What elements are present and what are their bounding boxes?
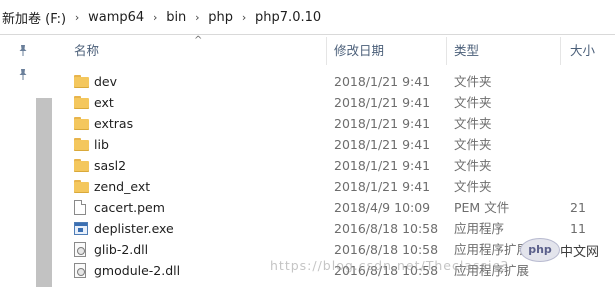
column-divider[interactable] bbox=[560, 37, 561, 65]
column-header: ^ 名称 修改日期 类型 大小 bbox=[52, 35, 615, 67]
breadcrumb-php[interactable]: php bbox=[206, 10, 235, 25]
file-row[interactable]: zend_ext 2018/1/21 9:41 文件夹 bbox=[52, 176, 615, 197]
folder-icon bbox=[74, 96, 89, 109]
file-size bbox=[570, 71, 615, 92]
file-date: 2018/1/21 9:41 bbox=[334, 158, 431, 173]
file-date: 2018/1/21 9:41 bbox=[334, 74, 431, 89]
file-type: 文件夹 bbox=[454, 179, 492, 194]
folder-icon bbox=[74, 180, 89, 193]
file-size: 11 bbox=[570, 221, 586, 236]
file-row[interactable]: sasl2 2018/1/21 9:41 文件夹 bbox=[52, 155, 615, 176]
column-type-header[interactable]: 类型 bbox=[454, 35, 564, 67]
file-name: zend_ext bbox=[94, 179, 151, 194]
watermark-site-text: 中文网 bbox=[560, 245, 600, 260]
column-date-header[interactable]: 修改日期 bbox=[334, 35, 452, 67]
breadcrumb-separator-icon[interactable]: › bbox=[239, 11, 249, 24]
file-name: lib bbox=[94, 137, 109, 152]
file-date: 2018/1/21 9:41 bbox=[334, 95, 431, 110]
file-date: 2018/1/21 9:41 bbox=[334, 116, 431, 131]
breadcrumb-wamp64[interactable]: wamp64 bbox=[86, 10, 146, 25]
breadcrumb-php7010[interactable]: php7.0.10 bbox=[253, 10, 323, 25]
address-bar[interactable]: 新加卷 (F:) › wamp64 › bin › php › php7.0.1… bbox=[0, 0, 615, 35]
file-date: 2018/4/9 10:09 bbox=[334, 200, 431, 215]
column-name-header[interactable]: 名称 bbox=[74, 35, 324, 67]
file-size bbox=[570, 92, 615, 113]
file-type: 文件夹 bbox=[454, 137, 492, 152]
file-type: 文件夹 bbox=[454, 74, 492, 89]
breadcrumb-separator-icon[interactable]: › bbox=[192, 11, 202, 24]
file-date: 2018/1/21 9:41 bbox=[334, 179, 431, 194]
file-size bbox=[570, 134, 615, 155]
exe-icon bbox=[74, 222, 88, 235]
pin-icon[interactable] bbox=[16, 44, 30, 58]
file-icon bbox=[74, 200, 86, 215]
file-name: dev bbox=[94, 74, 118, 89]
file-type: 文件夹 bbox=[454, 95, 492, 110]
file-name: glib-2.dll bbox=[94, 242, 149, 257]
pin-icon[interactable] bbox=[16, 68, 30, 82]
folder-icon bbox=[74, 159, 89, 172]
breadcrumb-separator-icon[interactable]: › bbox=[72, 11, 82, 24]
file-row[interactable]: extras 2018/1/21 9:41 文件夹 bbox=[52, 113, 615, 134]
breadcrumb-drive[interactable]: 新加卷 (F:) bbox=[0, 8, 68, 27]
file-name: deplister.exe bbox=[94, 221, 174, 236]
column-divider[interactable] bbox=[326, 37, 327, 65]
folder-icon bbox=[74, 75, 89, 88]
scrollbar-thumb[interactable] bbox=[36, 98, 52, 287]
watermark-url: https://blog.csdn.net/Theclassic3 bbox=[270, 258, 510, 273]
file-type: PEM 文件 bbox=[454, 200, 510, 215]
file-size: 21 bbox=[570, 200, 586, 215]
file-row[interactable]: ext 2018/1/21 9:41 文件夹 bbox=[52, 92, 615, 113]
folder-icon bbox=[74, 117, 89, 130]
file-name: ext bbox=[94, 95, 114, 110]
file-size bbox=[570, 113, 615, 134]
file-row[interactable]: lib 2018/1/21 9:41 文件夹 bbox=[52, 134, 615, 155]
navigation-pane bbox=[0, 35, 36, 287]
file-size bbox=[570, 260, 615, 281]
file-date: 2016/8/18 10:58 bbox=[334, 221, 439, 236]
file-row[interactable]: deplister.exe 2016/8/18 10:58 应用程序 11 bbox=[52, 218, 615, 239]
file-size bbox=[570, 155, 615, 176]
column-size-header[interactable]: 大小 bbox=[570, 35, 615, 67]
file-size bbox=[570, 176, 615, 197]
dll-icon bbox=[74, 242, 86, 257]
file-type: 文件夹 bbox=[454, 158, 492, 173]
dll-icon bbox=[74, 263, 86, 278]
column-divider[interactable] bbox=[446, 37, 447, 65]
php-logo: php bbox=[520, 238, 560, 262]
file-type: 应用程序 bbox=[454, 221, 505, 236]
file-date: 2018/1/21 9:41 bbox=[334, 137, 431, 152]
breadcrumb-bin[interactable]: bin bbox=[164, 10, 188, 25]
folder-icon bbox=[74, 138, 89, 151]
file-date: 2016/8/18 10:58 bbox=[334, 242, 439, 257]
file-row[interactable]: cacert.pem 2018/4/9 10:09 PEM 文件 21 bbox=[52, 197, 615, 218]
file-name: extras bbox=[94, 116, 134, 131]
file-row[interactable]: dev 2018/1/21 9:41 文件夹 bbox=[52, 71, 615, 92]
file-name: cacert.pem bbox=[94, 200, 165, 215]
file-name: sasl2 bbox=[94, 158, 127, 173]
breadcrumb-separator-icon[interactable]: › bbox=[150, 11, 160, 24]
file-type: 文件夹 bbox=[454, 116, 492, 131]
